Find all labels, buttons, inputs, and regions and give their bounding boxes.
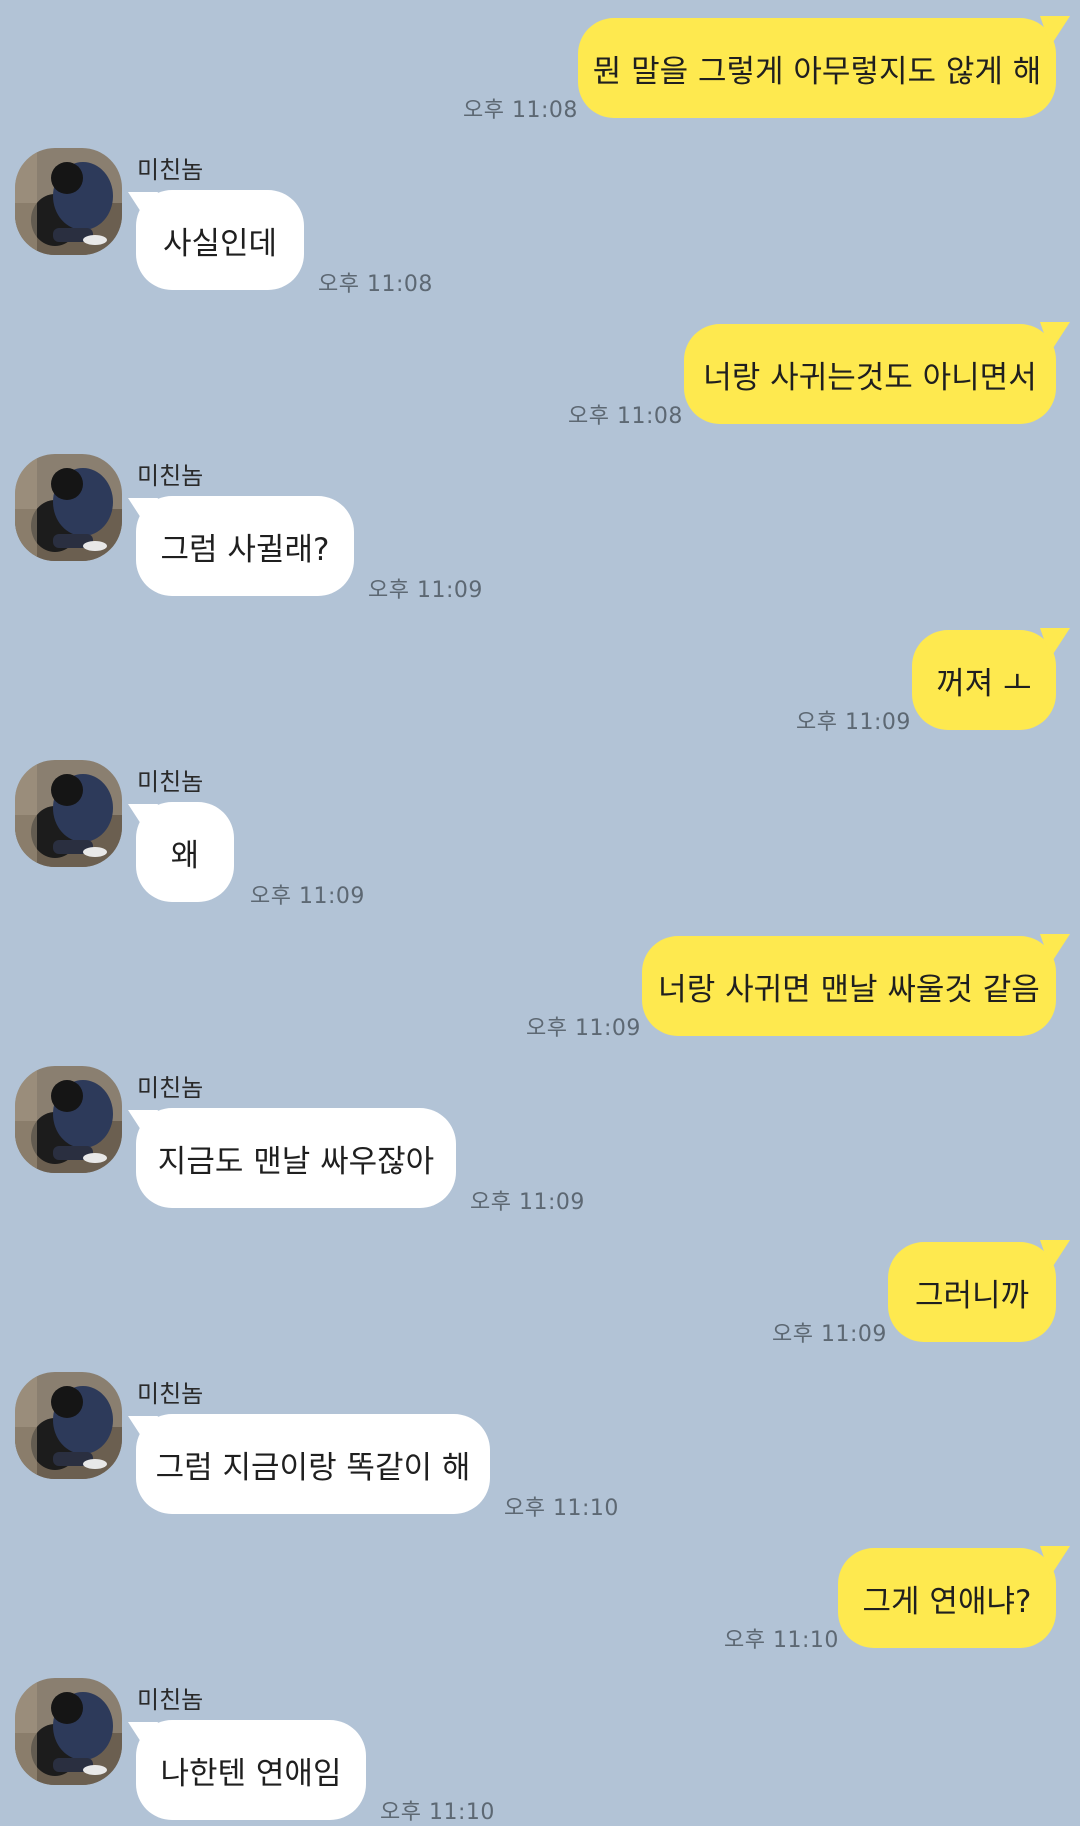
message-time: 오후 11:08 [568, 404, 683, 429]
sender-name: 미친놈 [137, 462, 204, 490]
received-message-bubble[interactable]: 사실인데 [136, 190, 304, 290]
sender-name: 미친놈 [137, 1074, 204, 1102]
profile-avatar-icon[interactable] [15, 760, 122, 867]
sent-message-bubble[interactable]: 너랑 사귀는것도 아니면서 [684, 324, 1056, 424]
received-message-bubble[interactable]: 그럼 지금이랑 똑같이 해 [136, 1414, 490, 1514]
message-time: 오후 11:10 [504, 1496, 619, 1521]
profile-avatar-icon[interactable] [15, 454, 122, 561]
message-time: 오후 11:09 [772, 1322, 887, 1347]
message-time: 오후 11:09 [470, 1190, 585, 1215]
message-time: 오후 11:10 [380, 1800, 495, 1825]
avatar-photo-icon [15, 760, 122, 867]
sender-name: 미친놈 [137, 1686, 204, 1714]
message-time: 오후 11:09 [796, 710, 911, 735]
message-time: 오후 11:09 [250, 884, 365, 909]
avatar-photo-icon [15, 1372, 122, 1479]
avatar-photo-icon [15, 1678, 122, 1785]
avatar-photo-icon [15, 1066, 122, 1173]
sent-message-bubble[interactable]: 너랑 사귀면 맨날 싸울것 같음 [642, 936, 1056, 1036]
sent-message-bubble[interactable]: 뭔 말을 그렇게 아무렇지도 않게 해 [578, 18, 1056, 118]
sent-message-bubble[interactable]: 그러니까 [888, 1242, 1056, 1342]
sender-name: 미친놈 [137, 1380, 204, 1408]
message-time: 오후 11:08 [463, 98, 578, 123]
message-time: 오후 11:10 [724, 1628, 839, 1653]
sender-name: 미친놈 [137, 156, 204, 184]
message-time: 오후 11:09 [526, 1016, 641, 1041]
received-message-bubble[interactable]: 그럼 사귈래? [136, 496, 354, 596]
message-time: 오후 11:08 [318, 272, 433, 297]
received-message-bubble[interactable]: 지금도 맨날 싸우잖아 [136, 1108, 456, 1208]
received-message-bubble[interactable]: 나한텐 연애임 [136, 1720, 366, 1820]
sent-message-bubble[interactable]: 꺼져 ㅗ [912, 630, 1056, 730]
sent-message-bubble[interactable]: 그게 연애냐? [838, 1548, 1056, 1648]
profile-avatar-icon[interactable] [15, 1372, 122, 1479]
profile-avatar-icon[interactable] [15, 1678, 122, 1785]
message-time: 오후 11:09 [368, 578, 483, 603]
avatar-photo-icon [15, 454, 122, 561]
sender-name: 미친놈 [137, 768, 204, 796]
profile-avatar-icon[interactable] [15, 1066, 122, 1173]
chat-room[interactable]: 오후 11:08 뭔 말을 그렇게 아무렇지도 않게 해 미친놈 사실인데 오후… [0, 0, 1080, 1825]
profile-avatar-icon[interactable] [15, 148, 122, 255]
avatar-photo-icon [15, 148, 122, 255]
